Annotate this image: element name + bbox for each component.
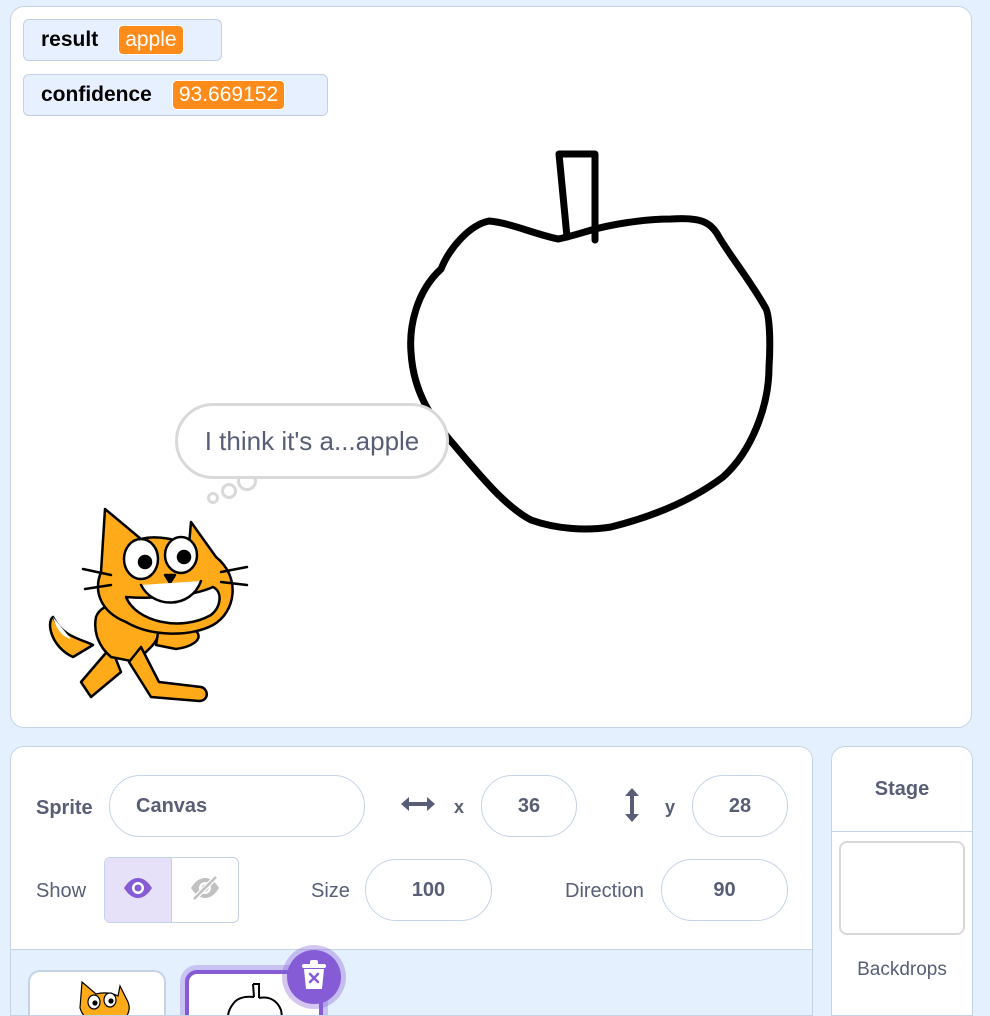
- delete-sprite-button[interactable]: [287, 950, 341, 1004]
- sprite-label: Sprite: [36, 797, 93, 819]
- x-value: 36: [517, 794, 541, 817]
- size-label: Size: [311, 880, 350, 902]
- backdrop-thumbnail[interactable]: [839, 841, 965, 935]
- direction-label: Direction: [565, 880, 644, 902]
- x-input[interactable]: 36: [481, 775, 577, 837]
- sprite-info-area: Sprite Canvas x 36 y 28 Show Size 100 Di…: [11, 747, 812, 950]
- backdrops-label: Backdrops: [857, 959, 947, 980]
- stage-selector-title: Stage: [832, 747, 972, 832]
- show-visible-button[interactable]: [105, 858, 172, 922]
- x-arrows-icon: [401, 795, 435, 818]
- cat-thumbnail-icon: [79, 980, 130, 1015]
- direction-input[interactable]: 90: [661, 859, 788, 921]
- y-label: y: [665, 797, 676, 817]
- x-label: x: [454, 797, 465, 817]
- sprite-info-pane: Sprite Canvas x 36 y 28 Show Size 100 Di…: [10, 746, 813, 1016]
- apple-thumbnail-icon: [227, 983, 283, 1015]
- trash-icon: [301, 959, 327, 995]
- show-label: Show: [36, 880, 87, 902]
- size-input[interactable]: 100: [365, 859, 492, 921]
- thought-bubble-text: I think it's a...apple: [204, 425, 420, 456]
- thought-bubble: I think it's a...apple: [175, 403, 449, 479]
- size-value: 100: [411, 878, 446, 901]
- direction-value: 90: [713, 878, 736, 901]
- sprite-thumb-cat[interactable]: [28, 970, 166, 1015]
- sprite-name-value: Canvas: [136, 794, 208, 817]
- sprite-name-input[interactable]: Canvas: [109, 775, 365, 837]
- stage-selector[interactable]: Stage Backdrops: [831, 746, 973, 1016]
- y-arrows-icon: [623, 788, 641, 827]
- show-toggle-group: [104, 857, 239, 923]
- sprite-list: [11, 950, 812, 1015]
- eye-icon: [123, 877, 153, 904]
- eye-slash-icon: [190, 874, 220, 906]
- scratch-cat-sprite[interactable]: [41, 497, 251, 712]
- y-value: 28: [728, 794, 752, 817]
- y-input[interactable]: 28: [692, 775, 788, 837]
- show-hidden-button[interactable]: [172, 858, 238, 922]
- stage[interactable]: result apple confidence 93.669152 I thin…: [10, 6, 972, 728]
